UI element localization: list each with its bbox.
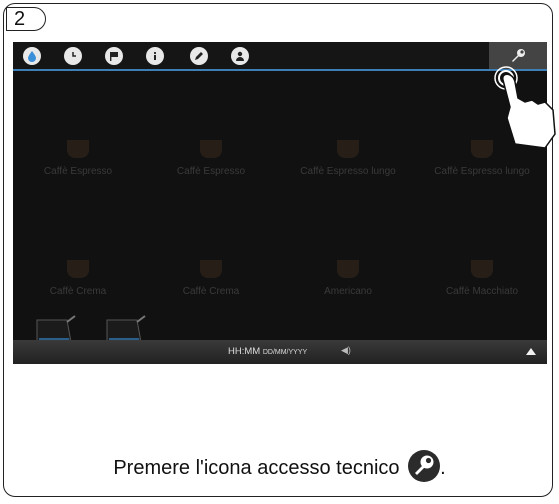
- drink-tile[interactable]: Caffè Crema: [146, 242, 276, 342]
- cup-icon: [337, 260, 359, 278]
- top-toolbar: [13, 42, 547, 71]
- drink-tile[interactable]: Caffè Macchiato: [417, 242, 547, 342]
- pointing-hand-icon: [494, 66, 556, 149]
- drink-label: Caffè Crema: [49, 286, 107, 297]
- clock-icon[interactable]: [64, 47, 82, 65]
- drink-tile[interactable]: Caffè Espresso: [146, 122, 276, 222]
- drink-tile[interactable]: Caffè Espresso lungo: [283, 122, 413, 222]
- cup-icon: [200, 260, 222, 278]
- drink-tile[interactable]: Caffè Espresso: [13, 122, 143, 222]
- caption-text: Premere l'icona accesso tecnico: [113, 457, 400, 479]
- cup-icon: [337, 140, 359, 158]
- clock-display: HH:MM DD/MM/YYYY: [228, 346, 307, 357]
- arrow-up-icon[interactable]: [525, 346, 537, 356]
- drink-tile[interactable]: Americano: [283, 242, 413, 342]
- time-text: HH:MM: [228, 346, 261, 357]
- speaker-icon[interactable]: ◀): [341, 345, 351, 356]
- cup-icon: [471, 260, 493, 278]
- flag-icon[interactable]: [105, 47, 123, 65]
- cup-icon: [67, 260, 89, 278]
- step-number: 2: [6, 7, 46, 31]
- toolbar-accent-line: [13, 69, 547, 71]
- cup-icon: [67, 140, 89, 158]
- drink-label: Caffè Crema: [182, 286, 240, 297]
- info-icon[interactable]: [146, 47, 164, 65]
- technical-access-icon: [408, 450, 441, 482]
- drink-label: Caffè Espresso: [43, 166, 113, 177]
- date-text: DD/MM/YYYY: [262, 349, 308, 356]
- drink-label: Caffè Espresso: [176, 166, 246, 177]
- instruction-caption: Premere l'icona accesso tecnico .: [0, 450, 559, 482]
- caption-period: .: [440, 457, 446, 479]
- drink-label: Americano: [324, 286, 372, 297]
- drink-label: Caffè Espresso lungo: [300, 166, 396, 177]
- cup-icon: [200, 140, 222, 158]
- water-drop-icon[interactable]: [23, 47, 41, 65]
- drink-label: Caffè Espresso lungo: [434, 166, 530, 177]
- status-bar: HH:MM DD/MM/YYYY ◀): [13, 340, 547, 364]
- pencil-icon[interactable]: [190, 47, 208, 65]
- drink-label: Caffè Macchiato: [445, 286, 519, 297]
- user-icon[interactable]: [231, 47, 249, 65]
- machine-screen: Caffè Espresso Caffè Espresso Caffè Espr…: [13, 42, 547, 364]
